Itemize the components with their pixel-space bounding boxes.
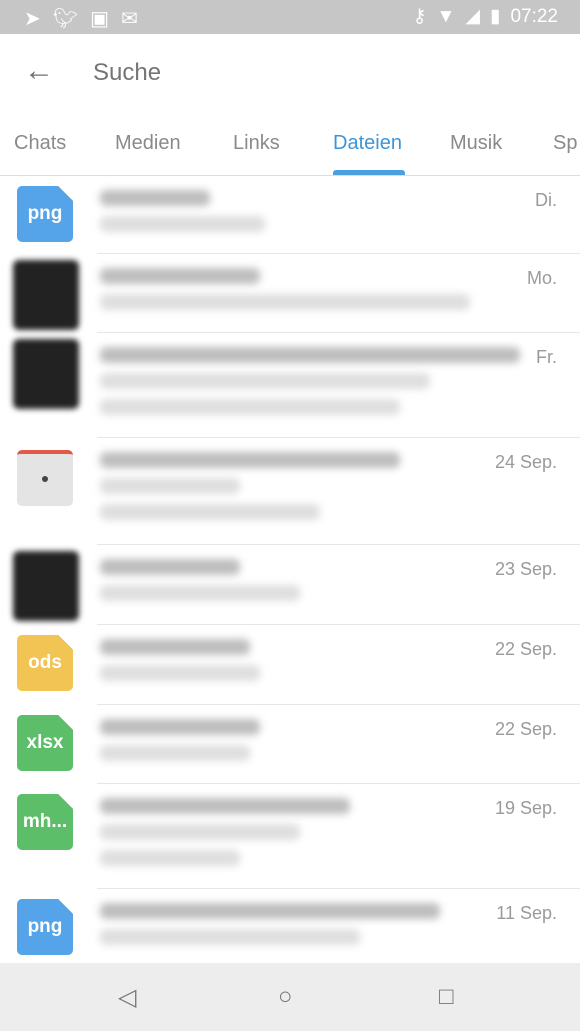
- redacted-text: [100, 585, 300, 601]
- active-tab-indicator: [333, 170, 405, 175]
- redacted-text: [100, 850, 240, 866]
- file-date: Di.: [535, 190, 557, 210]
- redacted-text: [100, 665, 260, 681]
- redacted-text: [100, 559, 240, 575]
- file-list-item[interactable]: png Di.: [0, 176, 580, 254]
- tab-bar: Chats Medien Links Dateien Musik Sp: [0, 112, 580, 176]
- redacted-text: [100, 719, 260, 735]
- tab-links[interactable]: Links: [233, 132, 280, 155]
- arrow-left-icon[interactable]: ←: [24, 56, 54, 86]
- file-list-item[interactable]: Fr.: [0, 333, 580, 438]
- tab-dateien[interactable]: Dateien: [333, 132, 402, 155]
- twitter-icon: 🐦︎: [52, 8, 79, 30]
- search-header: ←: [0, 34, 580, 112]
- redacted-text: [100, 504, 320, 520]
- redacted-text: [100, 824, 300, 840]
- navigation-bar: ◁ ○ □: [0, 963, 580, 1031]
- file-thumbnail: [13, 551, 79, 621]
- status-bar: ➤ 🐦︎ ▣ ✉ ⚷ ▼ ◢ ▮ 07:22: [0, 0, 580, 34]
- battery-charging-icon: ▮: [489, 6, 501, 27]
- file-type-icon: png: [17, 899, 73, 955]
- recents-square-icon[interactable]: □: [439, 983, 454, 1011]
- redacted-text: [100, 745, 250, 761]
- redacted-text: [100, 478, 240, 494]
- redacted-text: [100, 268, 260, 284]
- file-type-icon: png: [17, 186, 73, 242]
- home-circle-icon[interactable]: ○: [278, 983, 293, 1011]
- file-date: Mo.: [526, 268, 557, 288]
- redacted-text: [100, 399, 400, 415]
- file-date: 22 Sep.: [494, 639, 557, 659]
- file-date: 24 Sep.: [494, 452, 557, 472]
- file-list-item[interactable]: mh... 19 Sep.: [0, 784, 580, 889]
- signal-icon: ◢: [465, 6, 480, 27]
- file-date: 23 Sep.: [494, 559, 557, 579]
- back-triangle-icon[interactable]: ◁: [118, 983, 136, 1012]
- file-thumbnail: [13, 339, 79, 409]
- file-list-item[interactable]: 24 Sep.: [0, 438, 580, 545]
- redacted-text: [100, 294, 470, 310]
- file-type-icon: ods: [17, 635, 73, 691]
- document-thumbnail: [17, 450, 73, 506]
- redacted-text: [100, 373, 430, 389]
- vpn-key-icon: ⚷: [412, 6, 427, 27]
- redacted-text: [100, 903, 440, 919]
- redacted-text: [100, 347, 520, 363]
- redacted-text: [100, 216, 265, 232]
- file-type-icon: mh...: [17, 794, 73, 850]
- search-input[interactable]: [93, 59, 513, 87]
- telegram-icon: ➤: [24, 8, 41, 30]
- file-date: 19 Sep.: [494, 798, 557, 818]
- clock: 07:22: [510, 5, 558, 27]
- wifi-icon: ▼: [436, 5, 456, 27]
- file-list-item[interactable]: xlsx 22 Sep.: [0, 705, 580, 784]
- file-list-item[interactable]: ods 22 Sep.: [0, 625, 580, 705]
- redacted-text: [100, 452, 400, 468]
- image-icon: ▣: [90, 8, 110, 30]
- file-thumbnail: [13, 260, 79, 330]
- redacted-text: [100, 929, 360, 945]
- redacted-text: [100, 798, 350, 814]
- tab-chats[interactable]: Chats: [14, 132, 66, 155]
- file-date: Fr.: [536, 347, 557, 367]
- tab-medien[interactable]: Medien: [115, 132, 181, 155]
- file-list-item[interactable]: Mo.: [0, 254, 580, 333]
- tab-sprache[interactable]: Sp: [553, 132, 577, 155]
- redacted-text: [100, 190, 210, 206]
- file-list-item[interactable]: 23 Sep.: [0, 545, 580, 625]
- file-list-item[interactable]: png 11 Sep.: [0, 889, 580, 963]
- file-date: 11 Sep.: [496, 903, 557, 923]
- tab-musik[interactable]: Musik: [450, 132, 502, 155]
- mail-icon: ✉: [121, 8, 138, 30]
- file-date: 22 Sep.: [494, 719, 557, 739]
- redacted-text: [100, 639, 250, 655]
- file-type-icon: xlsx: [17, 715, 73, 771]
